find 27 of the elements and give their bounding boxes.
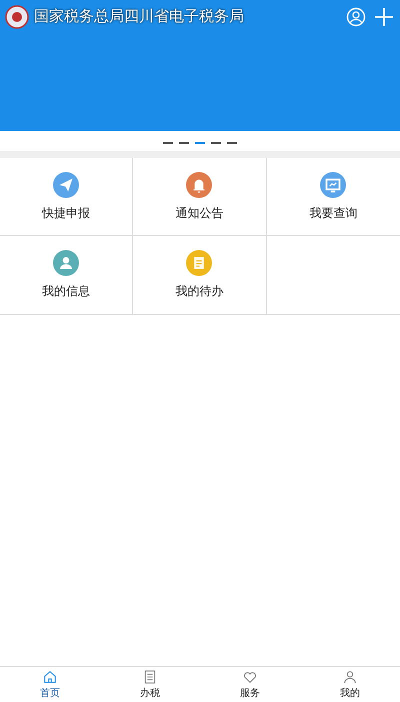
list-icon bbox=[142, 669, 158, 685]
person-icon bbox=[342, 669, 358, 685]
menu-label: 快捷申报 bbox=[42, 204, 90, 222]
app-title: 国家税务总局四川省电子税务局 bbox=[34, 6, 245, 27]
account-icon[interactable] bbox=[346, 7, 366, 27]
menu-tile[interactable]: 我的待办 bbox=[133, 236, 267, 314]
emblem-icon bbox=[4, 4, 30, 30]
carousel-indicator[interactable] bbox=[179, 142, 189, 144]
tab-bar-item[interactable]: 我的 bbox=[300, 667, 400, 702]
add-icon[interactable] bbox=[374, 7, 394, 27]
menu-label: 通知公告 bbox=[175, 204, 224, 222]
carousel-indicator[interactable] bbox=[211, 142, 221, 144]
carousel-indicator[interactable] bbox=[227, 142, 237, 144]
tab-bar-item[interactable]: 办税 bbox=[100, 667, 200, 702]
menu-tile[interactable]: 通知公告 bbox=[133, 158, 267, 236]
menu-label: 我的信息 bbox=[42, 283, 90, 300]
home-icon bbox=[42, 669, 58, 685]
menu-tile[interactable]: 快捷申报 bbox=[0, 158, 134, 236]
tab-bar-item[interactable]: 首页 bbox=[0, 667, 100, 702]
menu-tile[interactable]: 我要查询 bbox=[266, 158, 400, 236]
menu-label: 我的待办 bbox=[175, 283, 224, 300]
menu-label: 我要查询 bbox=[309, 204, 358, 222]
heart-icon bbox=[242, 669, 258, 685]
carousel-indicator[interactable] bbox=[163, 142, 173, 144]
tab-bar-item[interactable]: 服务 bbox=[200, 667, 300, 702]
carousel-indicator[interactable] bbox=[195, 142, 205, 144]
menu-tile[interactable]: 我的信息 bbox=[0, 236, 134, 314]
